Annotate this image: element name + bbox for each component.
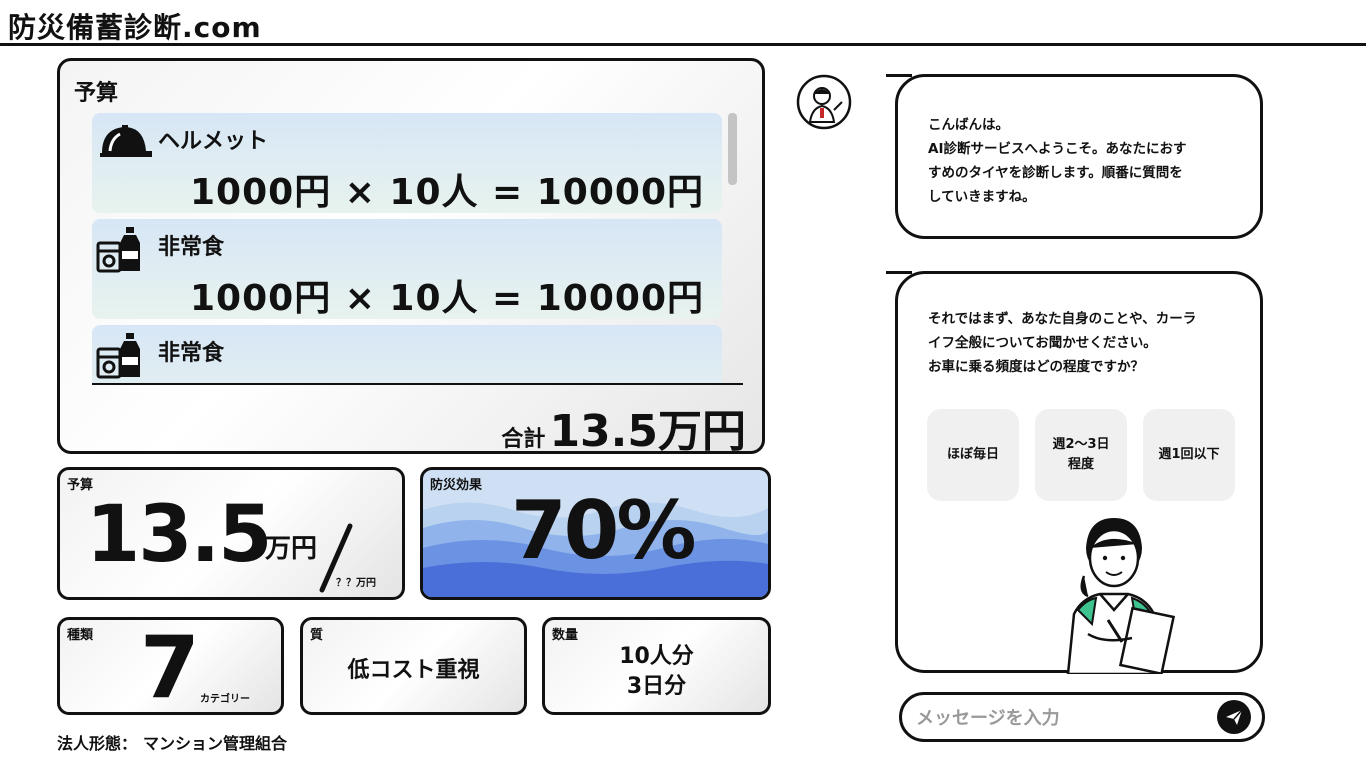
total-label: 合計 [501, 427, 546, 452]
send-button[interactable] [1217, 700, 1251, 734]
total-value: 13.5万円 [549, 406, 746, 457]
emergency-food-icon [96, 227, 140, 273]
kinds-value: 7 [140, 618, 200, 715]
card-label: 種類 [67, 628, 94, 643]
agent-question-text: それではまず、あなた自身のことや、カーラ イフ全般についてお聞かせください。 お… [928, 307, 1238, 379]
effect-card: 防災効果 70% [420, 467, 771, 600]
helmet-icon [100, 125, 152, 157]
choice-button-2-3-days[interactable]: 週2〜3日程度 [1035, 409, 1127, 501]
choice-line: 程度 [1067, 457, 1094, 472]
message-input[interactable] [914, 703, 1208, 733]
item-name: 非常食 [158, 235, 225, 260]
effect-value: 70% [511, 484, 696, 577]
budget-panel: 予算 ヘルメット 1000円 × 10人 = 10000円 非常食 1000円 … [57, 58, 765, 457]
corporation-type-label: 法人形態： [57, 734, 138, 753]
total-row: 合計 13.5万円 [501, 395, 746, 459]
message-line: すめのタイヤを診断します。順番に質問を [928, 165, 1183, 181]
kinds-unit: カテゴリー [200, 694, 250, 705]
quantity-value: 10人分 3日分 [545, 642, 768, 702]
kinds-card: 種類 7 カテゴリー [57, 617, 284, 715]
quantity-people: 10人分 [619, 644, 694, 669]
scrollbar[interactable] [728, 113, 737, 185]
budget-item-food: 非常食 [92, 325, 722, 383]
operator-illustration [1066, 518, 1176, 674]
choice-button-weekly[interactable]: 週1回以下 [1143, 409, 1235, 501]
corporation-type-value: マンション管理組合 [143, 734, 288, 753]
budget-panel-title: 予算 [74, 81, 119, 106]
budget-items-list[interactable]: ヘルメット 1000円 × 10人 = 10000円 非常食 1000円 × 1… [92, 113, 722, 383]
agent-question-bubble: それではまず、あなた自身のことや、カーラ イフ全般についてお聞かせください。 お… [886, 271, 1263, 674]
budget-item-helmet: ヘルメット 1000円 × 10人 = 10000円 [92, 113, 722, 213]
budget-unit: 万円 [265, 534, 318, 564]
bubble-tail [886, 271, 912, 274]
budget-card: 予算 13.5 万円 ？？万円 [57, 467, 405, 600]
message-line: こんばんは。 [928, 117, 1009, 133]
site-title: 防災備蓄診断.com [8, 11, 262, 44]
quality-card: 質 低コスト重視 [300, 617, 527, 715]
message-line: お車に乗る頻度はどの程度ですか？ [928, 359, 1144, 375]
quantity-card: 数量 10人分 3日分 [542, 617, 771, 715]
emergency-food-icon [96, 333, 140, 379]
card-label: 質 [310, 628, 324, 643]
card-label: 防災効果 [430, 478, 483, 493]
agent-avatar-icon [796, 74, 852, 130]
item-calculation: 1000円 × 10人 = 10000円 [190, 172, 704, 213]
choice-line: 週2〜3日 [1052, 437, 1110, 452]
header-divider [0, 43, 1366, 46]
agent-message-bubble: こんばんは。 AI診断サービスへようこそ。あなたにおす すめのタイヤを診断します… [886, 74, 1263, 239]
quantity-days: 3日分 [626, 674, 687, 699]
item-name: ヘルメット [158, 129, 269, 154]
corporation-type: 法人形態： マンション管理組合 [57, 730, 287, 754]
message-line: イフ全般についてお聞かせください。 [928, 335, 1157, 351]
message-line: していきますね。 [928, 189, 1036, 205]
send-icon [1226, 709, 1243, 725]
quality-value: 低コスト重視 [347, 658, 480, 683]
budget-limit: ？？万円 [336, 578, 376, 589]
message-line: それではまず、あなた自身のことや、カーラ [928, 311, 1197, 327]
agent-message-text: こんばんは。 AI診断サービスへようこそ。あなたにおす すめのタイヤを診断します… [928, 113, 1238, 209]
card-label: 数量 [552, 628, 579, 643]
budget-item-food: 非常食 1000円 × 10人 = 10000円 [92, 219, 722, 319]
item-calculation: 1000円 × 10人 = 10000円 [190, 278, 704, 319]
budget-amount: 13.5 [86, 490, 272, 580]
bubble-tail [886, 74, 912, 77]
message-input-container [899, 692, 1265, 742]
items-divider [92, 383, 743, 385]
message-line: AI診断サービスへようこそ。あなたにおす [928, 141, 1187, 157]
item-name: 非常食 [158, 341, 225, 366]
choice-button-daily[interactable]: ほぼ毎日 [927, 409, 1019, 501]
